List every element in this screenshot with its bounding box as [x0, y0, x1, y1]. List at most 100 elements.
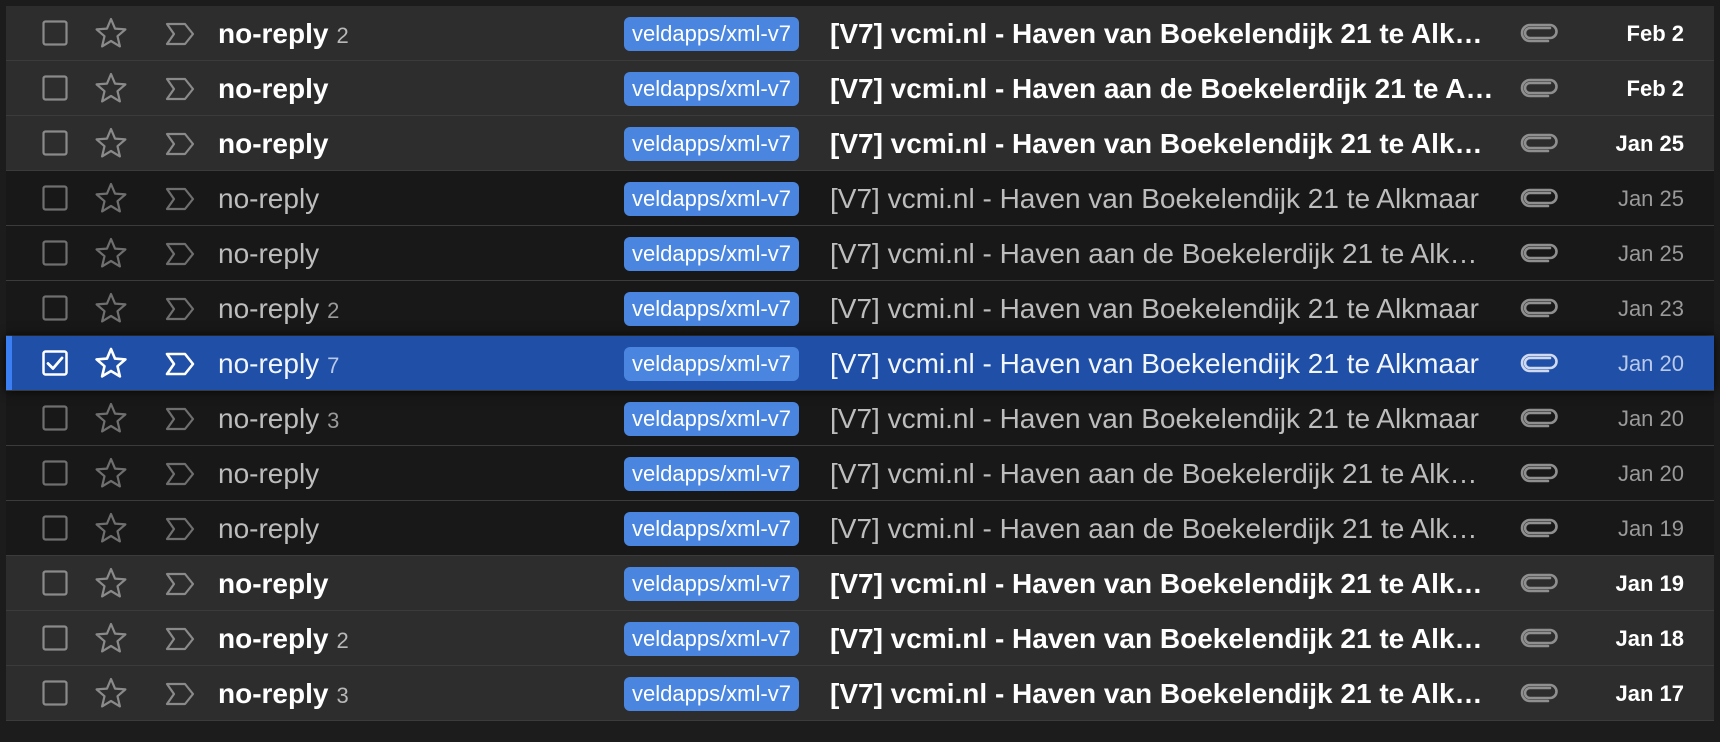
- label-chip[interactable]: veldapps/xml-v7: [624, 182, 799, 216]
- email-date: Jan 25: [1615, 131, 1685, 156]
- email-row[interactable]: no-reply 2 veldapps/xml-v7 [V7] vcmi.nl -…: [6, 6, 1714, 61]
- email-row[interactable]: no-reply veldapps/xml-v7 [V7] vcmi.nl - …: [6, 501, 1714, 556]
- star-icon[interactable]: [94, 181, 128, 215]
- attachment-icon: [1520, 129, 1558, 157]
- star-icon[interactable]: [94, 456, 128, 490]
- label-chip[interactable]: veldapps/xml-v7: [624, 127, 799, 161]
- checkbox-icon[interactable]: [42, 185, 68, 211]
- checkbox-icon[interactable]: [42, 295, 68, 321]
- important-marker-icon[interactable]: [164, 186, 196, 212]
- checkbox-icon[interactable]: [42, 680, 68, 706]
- important-marker-icon[interactable]: [164, 241, 196, 267]
- sender-name: no-reply: [218, 61, 336, 116]
- email-row[interactable]: no-reply 2 veldapps/xml-v7 [V7] vcmi.nl -…: [6, 611, 1714, 666]
- thread-count: 2: [336, 628, 349, 653]
- email-subject: [V7] vcmi.nl - Haven aan de Boekelerdijk…: [830, 73, 1500, 104]
- thread-count: 3: [327, 408, 340, 433]
- important-marker-icon[interactable]: [164, 571, 196, 597]
- checkbox-icon[interactable]: [42, 20, 68, 46]
- star-icon[interactable]: [94, 511, 128, 545]
- checkbox-icon[interactable]: [42, 240, 68, 266]
- star-icon[interactable]: [94, 346, 128, 380]
- label-chip[interactable]: veldapps/xml-v7: [624, 292, 799, 326]
- attachment-icon: [1520, 679, 1558, 707]
- important-marker-icon[interactable]: [164, 626, 196, 652]
- sender-name: no-reply: [218, 116, 336, 171]
- thread-count: 7: [327, 353, 340, 378]
- label-chip[interactable]: veldapps/xml-v7: [624, 567, 799, 601]
- email-date: Feb 2: [1626, 21, 1684, 46]
- email-row[interactable]: no-reply veldapps/xml-v7 [V7] vcmi.nl - …: [6, 446, 1714, 501]
- star-icon[interactable]: [94, 71, 128, 105]
- checkbox-icon[interactable]: [42, 130, 68, 156]
- checkbox-icon[interactable]: [42, 460, 68, 486]
- sender-name: no-reply: [218, 556, 336, 611]
- email-date: Jan 20: [1617, 351, 1684, 376]
- star-icon[interactable]: [94, 566, 128, 600]
- sender-text: no-reply: [218, 238, 320, 269]
- email-date: Jan 20: [1617, 461, 1684, 486]
- label-chip[interactable]: veldapps/xml-v7: [624, 72, 799, 106]
- label-chip[interactable]: veldapps/xml-v7: [624, 457, 799, 491]
- email-subject: [V7] vcmi.nl - Haven van Boekelendijk 21…: [830, 568, 1500, 599]
- label-chip[interactable]: veldapps/xml-v7: [624, 677, 799, 711]
- email-row[interactable]: no-reply 3 veldapps/xml-v7 [V7] vcmi.nl -…: [6, 666, 1714, 721]
- star-icon[interactable]: [94, 16, 128, 50]
- checkbox-icon[interactable]: [42, 405, 68, 431]
- sender-text: no-reply: [218, 293, 320, 324]
- email-subject: [V7] vcmi.nl - Haven van Boekelendijk 21…: [830, 183, 1479, 214]
- attachment-icon: [1520, 459, 1558, 487]
- star-icon[interactable]: [94, 291, 128, 325]
- email-row[interactable]: no-reply veldapps/xml-v7 [V7] vcmi.nl - …: [6, 61, 1714, 116]
- email-row[interactable]: no-reply 3 veldapps/xml-v7 [V7] vcmi.nl -…: [6, 391, 1714, 446]
- label-chip[interactable]: veldapps/xml-v7: [624, 402, 799, 436]
- email-subject: [V7] vcmi.nl - Haven van Boekelendijk 21…: [830, 348, 1479, 379]
- sender-name: no-reply 2: [218, 611, 349, 666]
- star-icon[interactable]: [94, 126, 128, 160]
- checkbox-icon[interactable]: [42, 625, 68, 651]
- email-date: Jan 19: [1615, 571, 1685, 596]
- important-marker-icon[interactable]: [164, 516, 196, 542]
- star-icon[interactable]: [94, 621, 128, 655]
- attachment-icon: [1520, 514, 1558, 542]
- email-date: Jan 23: [1617, 296, 1684, 321]
- checkbox-icon[interactable]: [42, 515, 68, 541]
- email-date: Feb 2: [1626, 76, 1684, 101]
- important-marker-icon[interactable]: [164, 76, 196, 102]
- star-icon[interactable]: [94, 401, 128, 435]
- checkbox-icon[interactable]: [42, 350, 68, 376]
- star-icon[interactable]: [94, 236, 128, 270]
- attachment-icon: [1520, 294, 1558, 322]
- important-marker-icon[interactable]: [164, 296, 196, 322]
- checkbox-icon[interactable]: [42, 570, 68, 596]
- label-chip[interactable]: veldapps/xml-v7: [624, 17, 799, 51]
- important-marker-icon[interactable]: [164, 406, 196, 432]
- label-chip[interactable]: veldapps/xml-v7: [624, 347, 799, 381]
- sender-text: no-reply: [218, 678, 329, 709]
- email-row[interactable]: no-reply veldapps/xml-v7 [V7] vcmi.nl - …: [6, 116, 1714, 171]
- sender-name: no-reply: [218, 446, 327, 501]
- email-subject: [V7] vcmi.nl - Haven van Boekelendijk 21…: [830, 18, 1500, 49]
- email-row[interactable]: no-reply veldapps/xml-v7 [V7] vcmi.nl - …: [6, 556, 1714, 611]
- label-chip[interactable]: veldapps/xml-v7: [624, 512, 799, 546]
- email-row[interactable]: no-reply veldapps/xml-v7 [V7] vcmi.nl - …: [6, 171, 1714, 226]
- sender-text: no-reply: [218, 623, 329, 654]
- sender-name: no-reply: [218, 226, 327, 281]
- important-marker-icon[interactable]: [164, 461, 196, 487]
- star-icon[interactable]: [94, 676, 128, 710]
- label-chip[interactable]: veldapps/xml-v7: [624, 237, 799, 271]
- checkbox-icon[interactable]: [42, 75, 68, 101]
- email-row[interactable]: no-reply veldapps/xml-v7 [V7] vcmi.nl - …: [6, 226, 1714, 281]
- important-marker-icon[interactable]: [164, 21, 196, 47]
- important-marker-icon[interactable]: [164, 131, 196, 157]
- important-marker-icon[interactable]: [164, 681, 196, 707]
- important-marker-icon[interactable]: [164, 351, 196, 377]
- sender-name: no-reply 3: [218, 391, 339, 446]
- email-row[interactable]: no-reply 7 veldapps/xml-v7 [V7] vcmi.nl -…: [6, 336, 1714, 391]
- label-chip[interactable]: veldapps/xml-v7: [624, 622, 799, 656]
- email-row[interactable]: no-reply 2 veldapps/xml-v7 [V7] vcmi.nl -…: [6, 281, 1714, 336]
- sender-name: no-reply 7: [218, 336, 339, 391]
- email-date: Jan 25: [1617, 241, 1684, 266]
- email-subject: [V7] vcmi.nl - Haven van Boekelendijk 21…: [830, 293, 1479, 324]
- sender-text: no-reply: [218, 568, 329, 599]
